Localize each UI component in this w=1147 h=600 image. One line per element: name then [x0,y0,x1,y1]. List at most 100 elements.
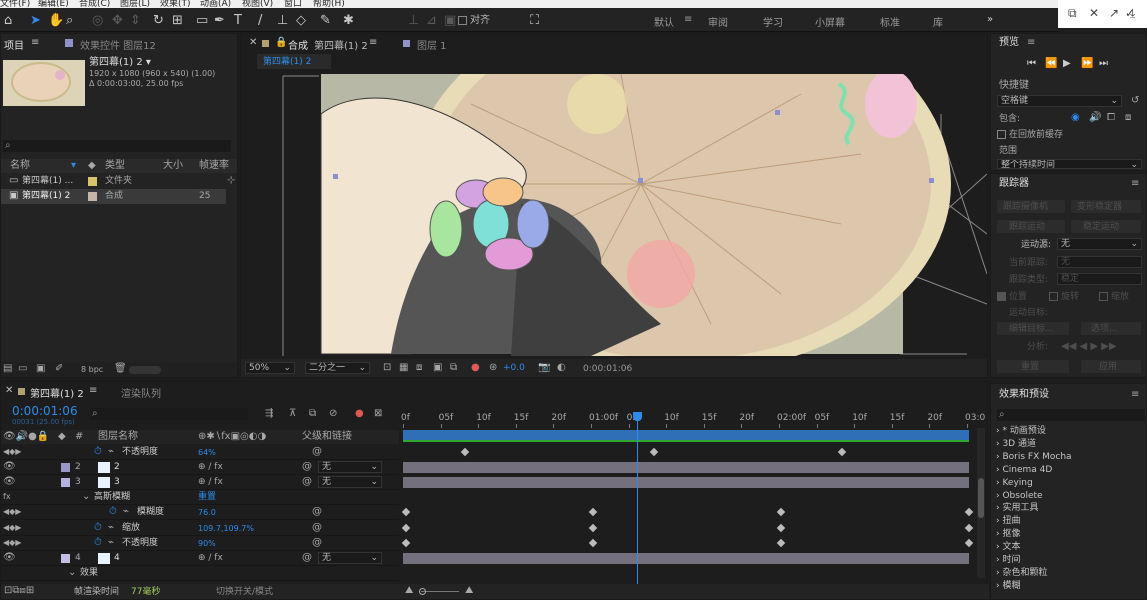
rectangle-tool-icon[interactable]: ▭ [196,13,208,28]
track-camera-button[interactable]: 跟踪摄像机 [997,200,1065,213]
warp-stabilizer-button[interactable]: 变形稳定器 [1071,200,1141,213]
workspace-library[interactable]: 库 [933,14,943,29]
layer-row[interactable]: 👁 4 4 ⊕ ∕ fx @ 无 ⌄ [1,551,399,566]
zoom-slider[interactable] [421,591,459,592]
keyframe[interactable] [588,523,598,532]
workspace-standard[interactable]: 标准 [880,14,900,29]
snapshot-icon[interactable]: 📷 [538,362,550,374]
expand-icon[interactable]: ⌄ [68,567,76,579]
region-icon[interactable]: ▣ [433,362,442,374]
menu-help[interactable]: 帮助(H) [313,0,345,8]
label-color-swatch[interactable] [88,192,97,201]
graph-editor-icon[interactable]: ⊠ [374,408,382,420]
effects-category[interactable]: › Cinema 4D [996,464,1052,476]
expand-icon[interactable]: ⌄ [82,491,90,503]
graph-icon[interactable]: ⌁ [108,537,114,549]
composition-viewer[interactable] [241,74,987,356]
check-icon[interactable]: ✓ [1125,6,1135,20]
effects-category[interactable]: › 扭曲 [996,515,1020,527]
stopwatch-icon[interactable]: ⏱ [94,522,102,534]
property-value[interactable]: 64% [198,447,216,459]
comp-mini-flowchart-icon[interactable]: ⇶ [265,408,273,420]
column-type[interactable]: 类型 [105,160,125,172]
menu-animation[interactable]: 动画(A) [200,0,231,8]
last-frame-icon[interactable]: ⏭ [1099,58,1108,70]
effects-category[interactable]: › 杂色和颗粒 [996,567,1047,579]
property-row[interactable]: ⌄ 效果 [1,566,399,581]
keyframe-nav-icon[interactable]: ◀◆▶ [3,537,21,549]
include-layer-controls-icon[interactable]: ⧈ [1125,112,1131,124]
new-comp-icon[interactable]: ▣ [36,363,45,375]
effects-category[interactable]: › 模糊 [996,580,1020,592]
zoom-out-icon[interactable]: ⛰ [405,585,413,597]
pen-tool-icon[interactable]: ✒ [214,13,225,28]
apply-button[interactable]: 应用 [1081,360,1141,373]
more-workspaces-icon[interactable]: » [987,14,993,25]
keyframe[interactable] [964,523,974,532]
workspace-default[interactable]: 默认 [654,14,674,29]
flowchart-icon[interactable]: ⊹ [227,175,235,187]
orbit-tool-icon[interactable]: ◎ [92,13,103,28]
property-row[interactable]: ◀◆▶ ⏱ ⌁ 不透明度 64% @ [1,445,399,460]
fx-icon[interactable]: fx [3,491,11,503]
keyframe[interactable] [460,447,470,457]
property-value[interactable]: 76.0 [198,507,216,519]
footer-icons[interactable]: ⊡⧉⧈⊞ [4,585,34,597]
column-fps[interactable]: 帧速率 [199,160,229,172]
play-icon[interactable]: ▶ [1063,58,1071,70]
property-value[interactable]: 90% [198,538,216,550]
layer-row[interactable]: 👁 2 2 ⊕ ∕ fx @ 无 ⌄ [1,460,399,476]
breadcrumb[interactable]: 第四幕(1) 2 [257,54,331,69]
menu-composition[interactable]: 合成(C) [79,0,110,8]
effects-category[interactable]: › Keying [996,477,1033,489]
selection-tool-icon[interactable]: ➤ [30,13,41,28]
layer-label-swatch[interactable] [61,553,70,563]
graph-icon[interactable]: ⌁ [108,522,114,534]
range-dropdown[interactable]: 整个持续时间 ⌄ [997,159,1142,169]
expression-pick-whip-icon[interactable]: @ [312,446,322,458]
column-size[interactable]: 大小 [163,160,183,172]
render-queue-tab[interactable]: 渲染队列 [121,385,161,400]
thumbnail-slider[interactable] [129,366,161,374]
project-row[interactable]: ▭ 第四幕(1) ... 文件夹 ⊹ [1,174,237,189]
parent-header[interactable]: 父级和链接 [302,431,352,443]
panel-menu-icon[interactable]: ≡ [1027,37,1035,49]
stopwatch-icon[interactable]: ⏱ [94,446,102,458]
expression-pick-whip-icon[interactable]: @ [312,522,322,534]
workspace-learn[interactable]: 学习 [763,14,783,29]
effects-category[interactable]: › Obsolete [996,490,1043,502]
frame-blending-icon[interactable]: ⊘ [329,408,337,420]
panel-menu-icon[interactable]: ≡ [31,37,39,48]
property-row[interactable]: fx ⌄ 高斯模糊 重置 [1,490,399,506]
shortcut-dropdown[interactable]: 空格键 ⌄ [997,95,1122,107]
keyframe[interactable] [649,447,659,457]
current-time-display[interactable]: 0:00:01:06 [583,363,632,375]
current-time-indicator[interactable] [637,414,638,584]
share-icon[interactable]: ↗ [1109,6,1119,20]
zoom-tool-icon[interactable]: ⌕ [66,13,73,28]
adjust-icon[interactable]: ✐ [55,363,63,375]
zoom-dropdown[interactable]: 50% ⌄ [245,362,295,374]
shy-icon[interactable]: ⧉ [309,408,316,420]
bit-depth-label[interactable]: 8 bpc [81,364,103,376]
scale-checkbox[interactable] [1099,292,1108,301]
effects-category[interactable]: › 实用工具 [996,502,1038,514]
puppet-tool-icon[interactable]: ✱ [343,13,354,28]
keyframe[interactable] [401,508,411,517]
playhead-handle[interactable] [633,412,642,421]
motion-source-dropdown[interactable]: 无 ⌄ [1057,238,1142,250]
menu-layer[interactable]: 图层(L) [120,0,150,8]
stabilize-motion-button[interactable]: 稳定运动 [1071,220,1141,233]
pick-whip-icon[interactable]: @ [302,552,312,564]
stopwatch-icon[interactable]: ⏱ [94,537,102,549]
pick-whip-icon[interactable]: @ [302,461,312,473]
next-frame-icon[interactable]: ⏩ [1081,58,1093,70]
graph-icon[interactable]: ⌁ [108,446,114,458]
keyframe[interactable] [776,538,786,547]
zoom-slider-handle[interactable] [419,588,426,595]
panel-menu-icon[interactable]: ≡ [1131,389,1139,401]
restore-icon[interactable]: ⧉ [1068,6,1077,21]
keyframe[interactable] [401,523,411,532]
anchor-tool-icon[interactable]: ⊞ [172,13,183,28]
mask-icon[interactable]: ⧈ [416,362,422,374]
